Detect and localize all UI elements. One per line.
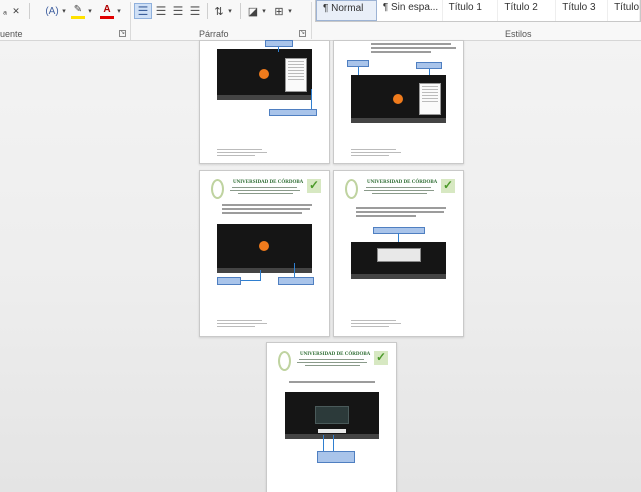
play-icon — [259, 241, 269, 251]
line-spacing-icon: ⇅ — [214, 5, 224, 18]
paragraph-group-label: Párrafo — [199, 29, 229, 39]
text-effects-button[interactable]: (A) — [44, 3, 60, 19]
page-thumbnail-2[interactable] — [333, 40, 464, 164]
align-right-button[interactable]: ☰ — [171, 3, 185, 19]
callout-box — [347, 60, 369, 67]
borders-dropdown[interactable]: ▾ — [286, 3, 294, 19]
callout-box — [217, 277, 241, 285]
highlight-color-button[interactable]: ✎ — [71, 3, 85, 19]
shading-dropdown[interactable]: ▾ — [260, 3, 268, 19]
style-no-spacing[interactable]: ¶ Sin espa... — [377, 0, 443, 21]
align-left-button[interactable]: ☰ — [134, 3, 152, 19]
style-heading-3[interactable]: Título 3 — [556, 0, 609, 21]
university-name: UNIVERSIDAD DE CÓRDOBA — [367, 180, 438, 185]
play-icon — [259, 69, 269, 79]
callout-box — [317, 451, 355, 463]
borders-icon: ⊞ — [274, 5, 284, 18]
ribbon: ₐ ✕ (A) ▾ ✎ ▾ A ▾ ☰ ☰ ☰ ☰ ⇅ ▾ ◪ ▾ ⊞ ▾ ue… — [0, 0, 641, 41]
screenshot-image — [285, 392, 379, 439]
font-dialog-launcher-icon[interactable]: ↘ — [119, 30, 126, 37]
checkmark-logo-icon: ✓ — [441, 178, 455, 193]
screenshot-image — [351, 242, 446, 279]
page-thumbnail-5[interactable]: UNIVERSIDAD DE CÓRDOBA ✓ — [266, 342, 397, 492]
context-menu-image — [419, 83, 441, 115]
shading-button[interactable]: ◪ — [246, 3, 260, 19]
university-name: UNIVERSIDAD DE CÓRDOBA — [233, 180, 304, 185]
document-area[interactable]: UNIVERSIDAD DE CÓRDOBA ✓ UNIVERSIDAD DE … — [0, 40, 641, 492]
justify-icon: ☰ — [189, 4, 201, 18]
screenshot-image — [351, 75, 446, 123]
callout-box — [278, 277, 314, 285]
callout-box — [269, 109, 317, 116]
play-icon — [393, 94, 403, 104]
align-center-button[interactable]: ☰ — [154, 3, 168, 19]
highlighter-icon: ✎ — [73, 4, 83, 15]
checkmark-logo-icon: ✓ — [374, 350, 388, 365]
callout-box — [373, 227, 425, 234]
page-thumbnail-4[interactable]: UNIVERSIDAD DE CÓRDOBA ✓ — [333, 170, 464, 337]
checkmark-logo-icon: ✓ — [307, 178, 321, 193]
callout-box — [416, 62, 442, 69]
dialog-image — [377, 248, 421, 262]
justify-button[interactable]: ☰ — [188, 3, 202, 19]
style-heading-2[interactable]: Título 2 — [498, 0, 557, 21]
style-normal[interactable]: ¶ Normal — [316, 0, 377, 21]
text-effects-dropdown[interactable]: ▾ — [60, 3, 68, 19]
callout-box — [265, 40, 293, 47]
align-right-icon: ☰ — [172, 4, 184, 18]
font-group-label: uente — [0, 29, 23, 39]
screenshot-image — [217, 49, 312, 100]
styles-gallery: ¶ Normal ¶ Sin espa... Título 1 Título 2… — [315, 0, 641, 22]
font-color-button[interactable]: A — [100, 3, 114, 19]
style-heading-1[interactable]: Título 1 — [443, 0, 499, 21]
style-title[interactable]: Título — [608, 0, 640, 21]
font-color-dropdown[interactable]: ▾ — [115, 3, 123, 19]
screenshot-image — [217, 224, 312, 273]
university-seal-icon — [211, 179, 224, 199]
font-size-decrease-icon[interactable]: ₐ — [0, 3, 10, 19]
styles-group-label: Estilos — [505, 29, 532, 39]
paragraph-dialog-launcher-icon[interactable]: ↘ — [299, 30, 306, 37]
highlight-color-dropdown[interactable]: ▾ — [86, 3, 94, 19]
page-thumbnail-1[interactable] — [199, 40, 330, 164]
loading-panel-image — [315, 406, 349, 424]
page-thumbnail-3[interactable]: UNIVERSIDAD DE CÓRDOBA ✓ — [199, 170, 330, 337]
university-seal-icon — [345, 179, 358, 199]
line-spacing-button[interactable]: ⇅ — [212, 3, 226, 19]
progress-button-image — [318, 429, 346, 433]
align-center-icon: ☰ — [155, 4, 167, 18]
borders-button[interactable]: ⊞ — [272, 3, 286, 19]
line-spacing-dropdown[interactable]: ▾ — [226, 3, 234, 19]
university-seal-icon — [278, 351, 291, 371]
clear-formatting-icon[interactable]: ✕ — [10, 3, 22, 19]
align-left-icon: ☰ — [137, 4, 149, 18]
context-menu-image — [285, 58, 307, 92]
paint-bucket-icon: ◪ — [247, 5, 259, 18]
university-name: UNIVERSIDAD DE CÓRDOBA — [300, 352, 371, 357]
